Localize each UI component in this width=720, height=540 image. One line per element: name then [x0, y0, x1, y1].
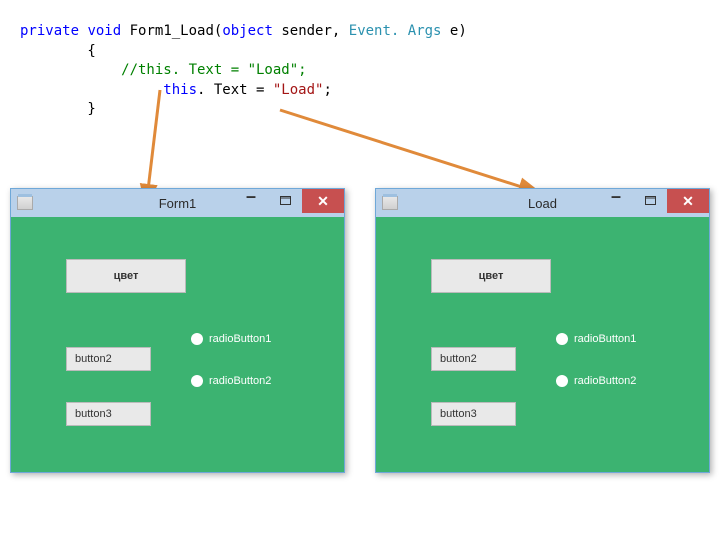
- window-title: Load: [528, 196, 557, 211]
- close-button[interactable]: ✕: [667, 189, 709, 213]
- titlebar[interactable]: Load – ✕: [376, 189, 709, 217]
- keyword-private: private: [20, 23, 79, 39]
- minimize-button[interactable]: –: [599, 185, 633, 207]
- titlebar[interactable]: Form1 – ✕: [11, 189, 344, 217]
- button-cvet[interactable]: цвет: [431, 259, 551, 293]
- radio-icon: [191, 375, 203, 387]
- radio-icon: [556, 375, 568, 387]
- comment-line: //this. Text = "Load";: [20, 62, 307, 78]
- button3[interactable]: button3: [431, 402, 516, 426]
- maximize-button[interactable]: [633, 189, 667, 211]
- radiobutton1[interactable]: radioButton1: [556, 333, 636, 345]
- radiobutton2[interactable]: radioButton2: [556, 375, 636, 387]
- keyword-object: object: [222, 23, 273, 39]
- button-cvet[interactable]: цвет: [66, 259, 186, 293]
- window-form1: Form1 – ✕ цвет button2 button3 radioButt…: [10, 188, 345, 473]
- button2[interactable]: button2: [431, 347, 516, 371]
- app-icon: [17, 196, 33, 210]
- form-client-area: цвет button2 button3 radioButton1 radioB…: [11, 217, 344, 472]
- window-load: Load – ✕ цвет button2 button3 radioButto…: [375, 188, 710, 473]
- type-eventargs: Event. Args: [349, 23, 442, 39]
- close-button[interactable]: ✕: [302, 189, 344, 213]
- string-load: "Load": [273, 82, 324, 98]
- arrow-left: [140, 90, 180, 204]
- keyword-void: void: [87, 23, 121, 39]
- form-client-area: цвет button2 button3 radioButton1 radioB…: [376, 217, 709, 472]
- maximize-button[interactable]: [268, 189, 302, 211]
- radio-icon: [191, 333, 203, 345]
- radio-icon: [556, 333, 568, 345]
- app-icon: [382, 196, 398, 210]
- radiobutton2[interactable]: radioButton2: [191, 375, 271, 387]
- minimize-button[interactable]: –: [234, 185, 268, 207]
- button3[interactable]: button3: [66, 402, 151, 426]
- window-title: Form1: [159, 196, 197, 211]
- radiobutton1[interactable]: radioButton1: [191, 333, 271, 345]
- button2[interactable]: button2: [66, 347, 151, 371]
- code-snippet: private void Form1_Load(object sender, E…: [20, 22, 467, 120]
